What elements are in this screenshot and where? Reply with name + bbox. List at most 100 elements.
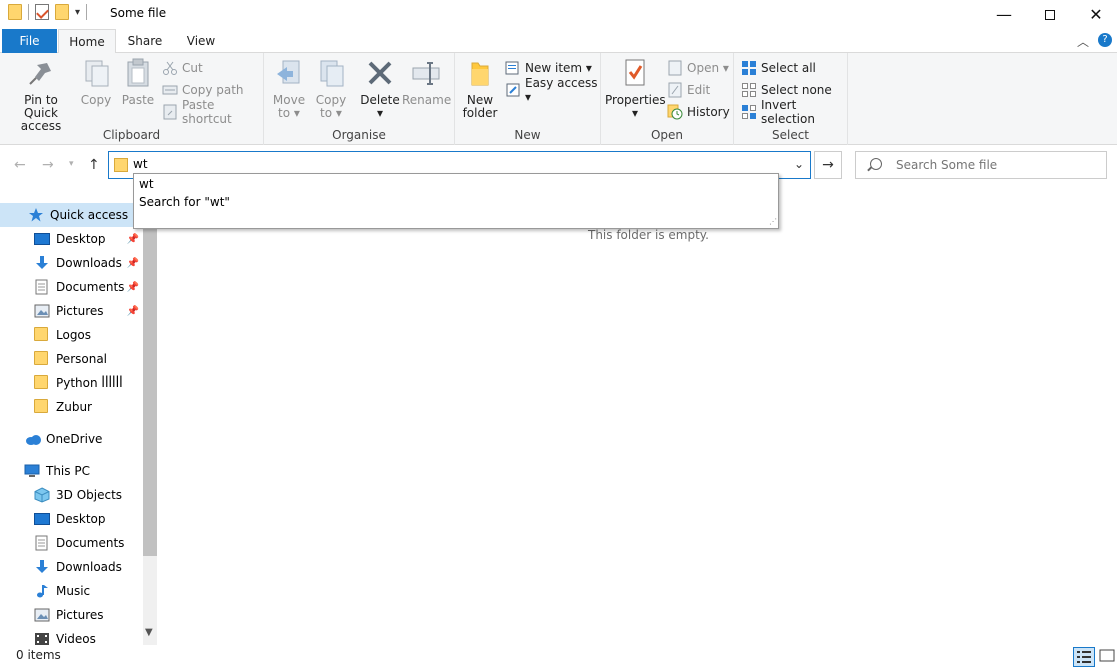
properties-icon[interactable] bbox=[35, 4, 49, 20]
up-arrow-icon[interactable]: ↑ bbox=[88, 157, 100, 173]
copy-path-button[interactable]: Copy path bbox=[162, 81, 244, 99]
sidebar-item-label: Desktop bbox=[56, 232, 106, 246]
sidebar-item-onedrive[interactable]: OneDrive bbox=[0, 427, 143, 451]
delete-button[interactable]: Delete ▾ bbox=[360, 57, 400, 120]
sidebar-item-pc-pictures[interactable]: Pictures bbox=[0, 603, 143, 627]
new-folder-button[interactable]: New folder bbox=[461, 57, 499, 120]
toolbar-separator bbox=[28, 4, 29, 20]
open-group: Properties ▾ Open ▾ Edit History Open bbox=[601, 53, 734, 145]
sidebar-item-label: Videos bbox=[56, 632, 96, 646]
history-icon bbox=[667, 104, 683, 120]
pin-icon[interactable]: 📌 bbox=[127, 258, 139, 269]
forward-arrow-icon[interactable]: → bbox=[42, 157, 54, 173]
sidebar-item-pc-desktop[interactable]: Desktop bbox=[0, 507, 143, 531]
paste-button[interactable]: Paste bbox=[118, 57, 158, 107]
large-icons-view-button[interactable] bbox=[1098, 647, 1116, 667]
tab-view[interactable]: View bbox=[174, 29, 228, 53]
sidebar-item-logos[interactable]: Logos bbox=[0, 323, 143, 347]
pin-icon[interactable]: 📌 bbox=[127, 234, 139, 245]
autocomplete-item[interactable]: Search for "wt" bbox=[139, 195, 230, 209]
close-button[interactable]: ✕ bbox=[1073, 0, 1117, 29]
cut-button[interactable]: Cut bbox=[162, 59, 203, 77]
scroll-down-chevron-icon[interactable]: ▼ bbox=[145, 627, 153, 638]
address-history-chevron-icon[interactable]: ⌄ bbox=[794, 157, 804, 171]
autocomplete-popup: wt Search for "wt" ⋰ bbox=[133, 173, 779, 229]
tab-file[interactable]: File bbox=[2, 29, 57, 53]
autocomplete-item[interactable]: wt bbox=[139, 177, 154, 191]
minimize-button[interactable]: — bbox=[981, 0, 1027, 29]
paste-shortcut-button[interactable]: Paste shortcut bbox=[162, 98, 263, 126]
resize-grip-icon[interactable]: ⋰ bbox=[769, 217, 777, 226]
open-button[interactable]: Open ▾ bbox=[667, 59, 729, 77]
rename-button[interactable]: Rename bbox=[402, 57, 452, 107]
invert-selection-button[interactable]: Invert selection bbox=[741, 98, 847, 126]
recent-locations-chevron-icon[interactable]: ▾ bbox=[69, 159, 74, 169]
sidebar-item-label: Zubur bbox=[56, 400, 92, 414]
sidebar-item-pc-downloads[interactable]: Downloads bbox=[0, 555, 143, 579]
sidebar-item-this-pc[interactable]: This PC bbox=[0, 459, 143, 483]
details-view-button[interactable] bbox=[1073, 647, 1095, 667]
sidebar-item-3d-objects[interactable]: 3D Objects bbox=[0, 483, 143, 507]
paste-shortcut-label: Paste shortcut bbox=[182, 98, 232, 126]
customize-toolbar-chevron-icon[interactable]: ▾ bbox=[75, 7, 80, 18]
sidebar-item-label: Pictures bbox=[56, 608, 104, 622]
cloud-icon bbox=[24, 431, 41, 447]
search-box[interactable] bbox=[855, 151, 1107, 179]
rename-label: Rename bbox=[402, 93, 452, 107]
edit-button[interactable]: Edit bbox=[667, 81, 710, 99]
desktop-icon bbox=[34, 511, 50, 527]
sidebar-item-pictures[interactable]: Pictures 📌 bbox=[0, 299, 143, 323]
nav-pane-scrollbar[interactable] bbox=[143, 200, 157, 648]
go-button[interactable]: → bbox=[814, 151, 842, 179]
window-title: Some file bbox=[110, 6, 167, 20]
select-all-button[interactable]: Select all bbox=[741, 59, 816, 77]
sidebar-item-label: Documents bbox=[56, 280, 125, 294]
cut-label: Cut bbox=[182, 61, 203, 75]
sidebar-item-downloads[interactable]: Downloads 📌 bbox=[0, 251, 143, 275]
address-input[interactable] bbox=[133, 157, 773, 171]
sidebar-item-pc-documents[interactable]: Documents bbox=[0, 531, 143, 555]
download-arrow-icon bbox=[34, 255, 50, 271]
pin-label-1: Pin to Quick bbox=[24, 93, 58, 120]
back-arrow-icon[interactable]: ← bbox=[14, 157, 26, 173]
documents-icon bbox=[34, 535, 50, 551]
new-folder-label-2: folder bbox=[462, 106, 498, 120]
sidebar-item-desktop[interactable]: Desktop 📌 bbox=[0, 227, 143, 251]
easy-access-button[interactable]: Easy access ▾ bbox=[505, 76, 600, 104]
sidebar-item-personal[interactable]: Personal bbox=[0, 347, 143, 371]
properties-button[interactable]: Properties ▾ bbox=[605, 57, 666, 120]
copy-to-button[interactable]: Copy to ▾ bbox=[312, 57, 350, 120]
maximize-button[interactable] bbox=[1027, 0, 1073, 29]
sidebar-item-label: Logos bbox=[56, 328, 92, 342]
move-to-button[interactable]: Move to ▾ bbox=[270, 57, 308, 120]
copy-path-label: Copy path bbox=[182, 83, 244, 97]
new-folder-icon bbox=[464, 57, 496, 89]
select-none-button[interactable]: Select none bbox=[741, 81, 832, 99]
search-input[interactable] bbox=[896, 158, 1096, 172]
new-item-button[interactable]: New item ▾ bbox=[505, 59, 592, 77]
sidebar-item-zubur[interactable]: Zubur bbox=[0, 395, 143, 419]
select-all-label: Select all bbox=[761, 61, 816, 75]
help-icon[interactable]: ? bbox=[1098, 33, 1112, 47]
close-icon: ✕ bbox=[1089, 5, 1103, 24]
copy-button[interactable]: Copy bbox=[78, 57, 114, 107]
large-icons-view-icon bbox=[1099, 649, 1115, 662]
history-button[interactable]: History bbox=[667, 103, 730, 121]
new-folder-icon[interactable] bbox=[55, 4, 69, 20]
pin-to-quick-access-button[interactable]: Pin to Quick access bbox=[6, 57, 76, 133]
sidebar-item-documents[interactable]: Documents 📌 bbox=[0, 275, 143, 299]
sidebar-item-quick-access[interactable]: Quick access bbox=[0, 203, 143, 227]
pin-icon[interactable]: 📌 bbox=[127, 282, 139, 293]
select-group-label: Select bbox=[771, 128, 810, 142]
sidebar-item-music[interactable]: Music bbox=[0, 579, 143, 603]
sidebar-item-python[interactable]: Python ꟾꟾꟾꟾꟾꟾ bbox=[0, 371, 143, 395]
scrollbar-thumb[interactable] bbox=[143, 200, 157, 556]
sidebar-item-label: 3D Objects bbox=[56, 488, 123, 502]
invert-selection-label: Invert selection bbox=[761, 98, 815, 126]
tab-share[interactable]: Share bbox=[118, 29, 172, 53]
collapse-ribbon-chevron-icon[interactable]: ︿ bbox=[1077, 33, 1089, 50]
pin-icon[interactable]: 📌 bbox=[127, 306, 139, 317]
clipboard-group-label: Clipboard bbox=[102, 128, 161, 142]
move-to-icon bbox=[273, 57, 305, 89]
tab-home[interactable]: Home bbox=[58, 29, 116, 54]
